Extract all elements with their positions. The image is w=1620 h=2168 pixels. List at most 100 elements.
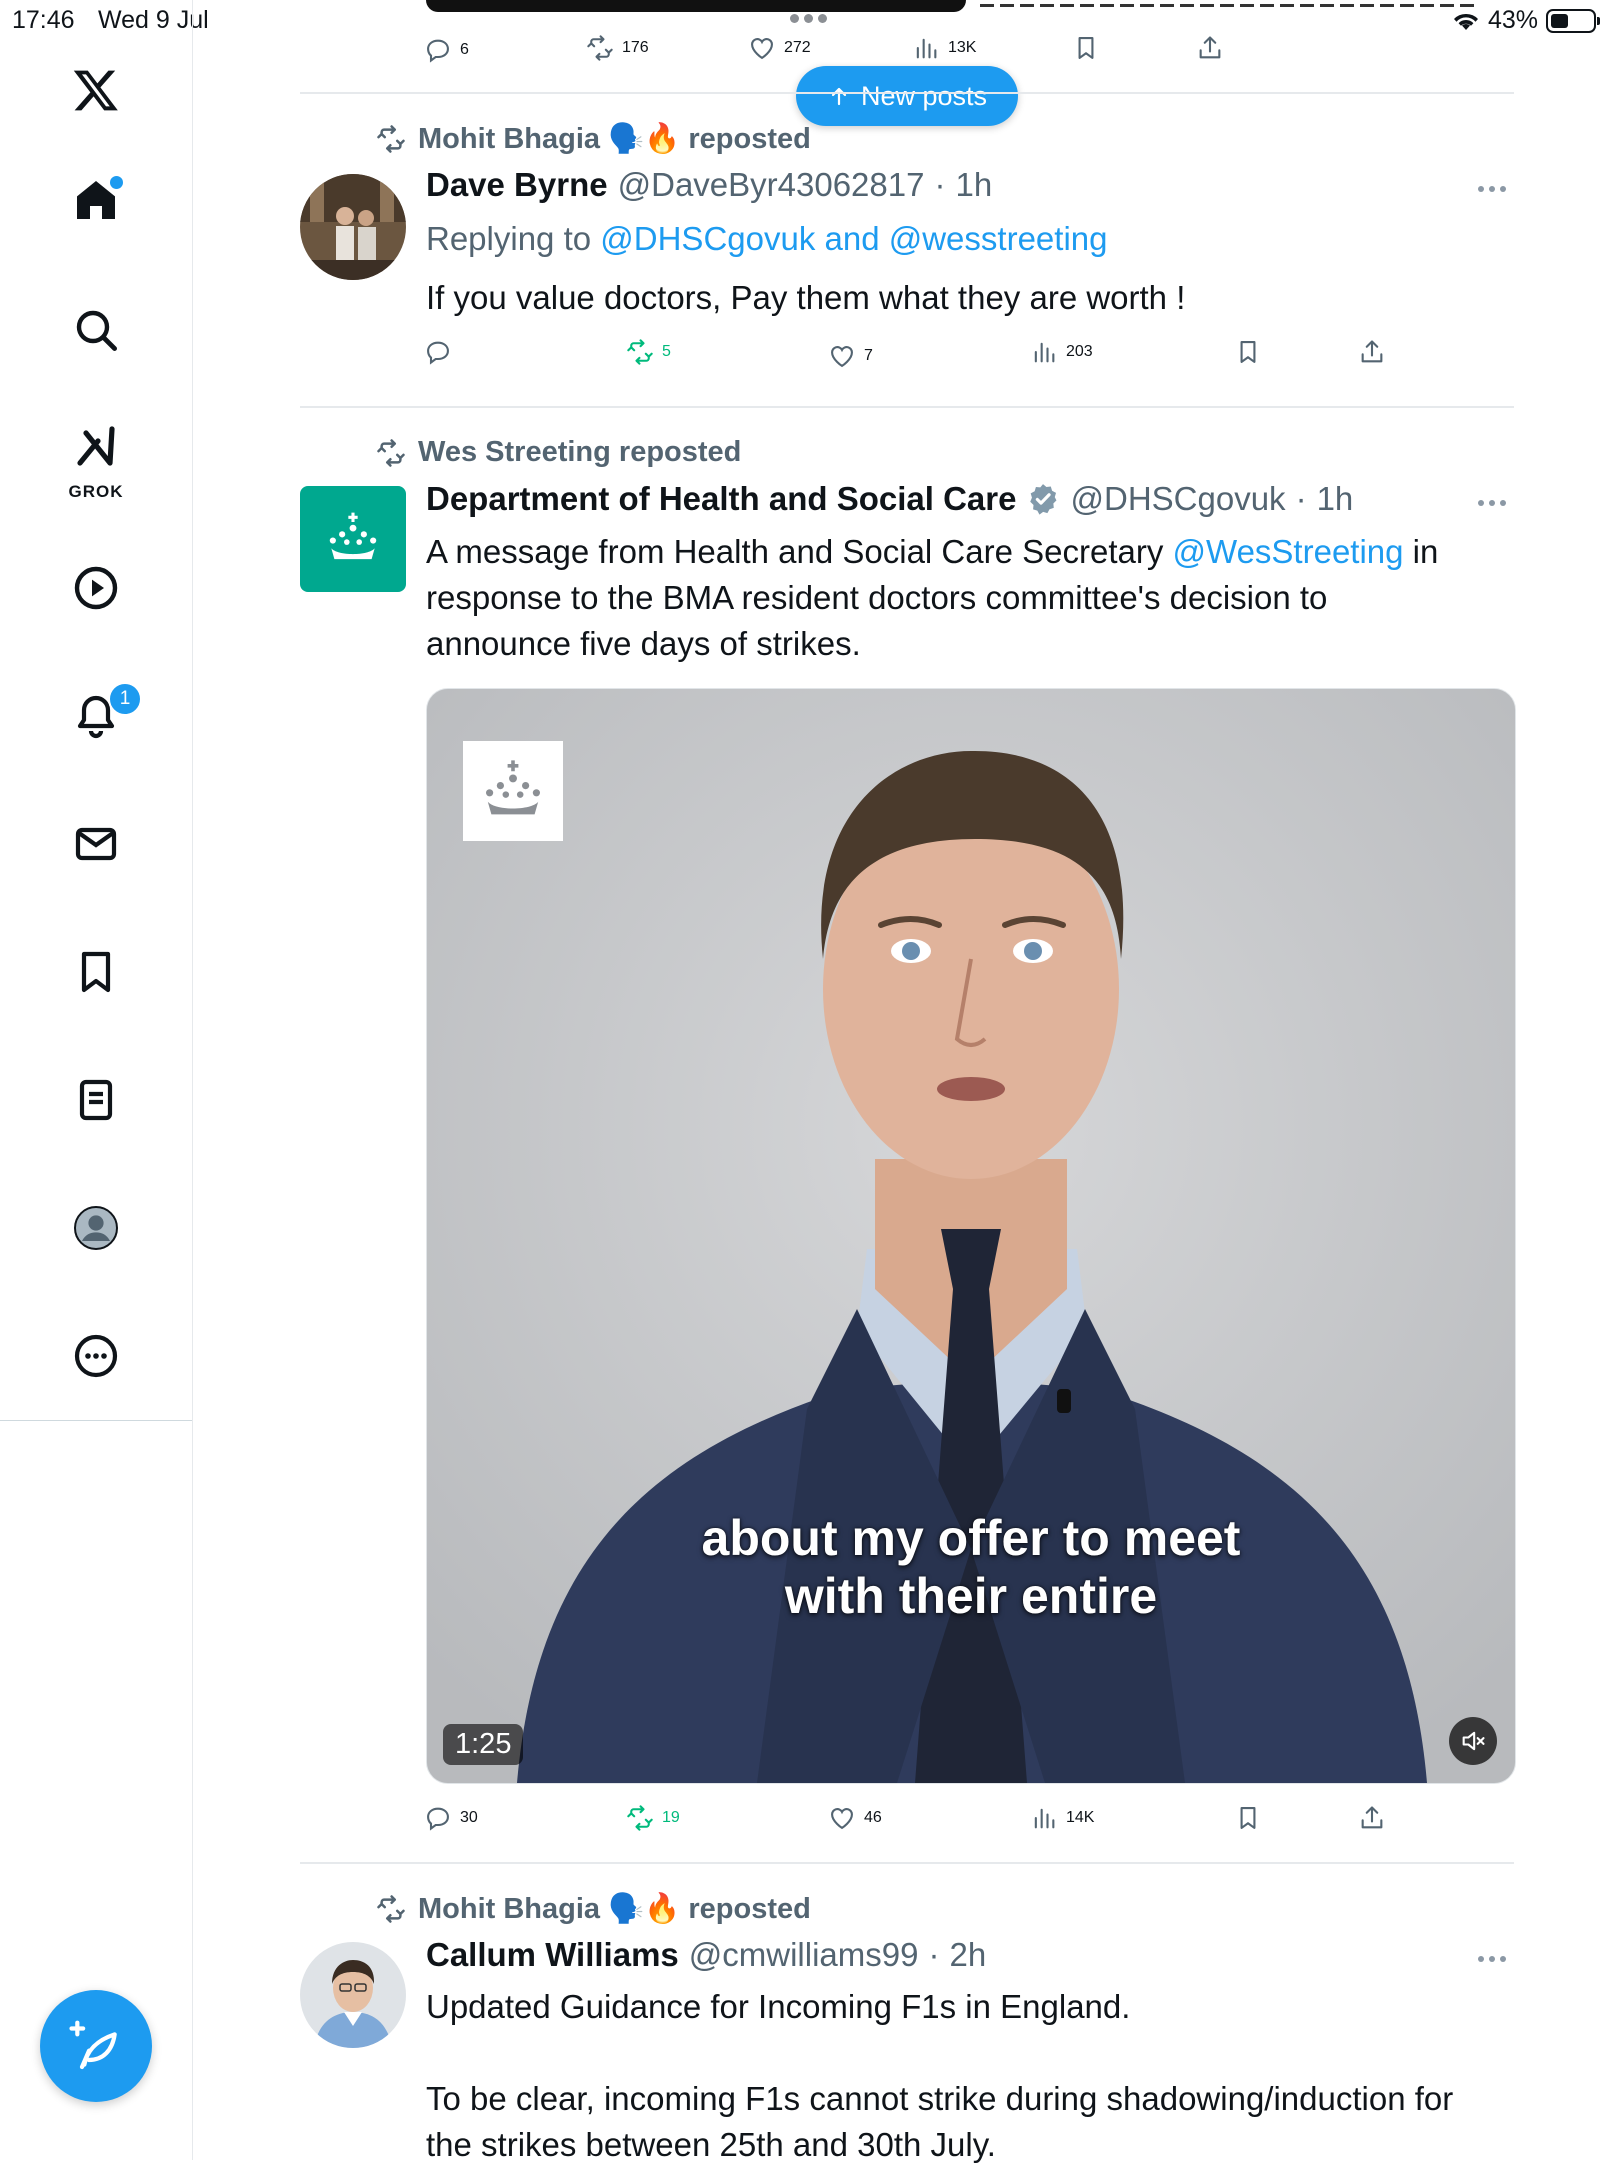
bookmark-action[interactable]: [1072, 34, 1100, 62]
author-name[interactable]: Dave Byrne: [426, 166, 608, 204]
repost-by-label: Mohit Bhagia 🗣️🔥 reposted: [418, 1893, 811, 1925]
views-icon: [1034, 1808, 1055, 1829]
bookmark-action[interactable]: [1234, 338, 1262, 366]
more-options-icon[interactable]: [1478, 1956, 1506, 1962]
arrow-up-icon: [831, 87, 847, 106]
reply-action[interactable]: 6: [424, 36, 469, 64]
x-logo-icon[interactable]: [48, 42, 144, 138]
previous-post-text-fragment: [980, 0, 1480, 8]
profile-icon[interactable]: [48, 1180, 144, 1276]
lists-icon[interactable]: [48, 1052, 144, 1148]
video-player[interactable]: about my offer to meet with their entire…: [426, 688, 1516, 1784]
views-count: 203: [1066, 343, 1093, 360]
bookmark-icon: [1240, 1807, 1256, 1829]
views-count: 13K: [948, 39, 977, 56]
repost-by-label: Wes Streeting reposted: [418, 436, 742, 468]
reply-icon: [427, 1807, 449, 1831]
repost-icon: [377, 1895, 405, 1923]
search-icon[interactable]: [48, 282, 144, 378]
dot-separator: ·: [928, 1936, 940, 1973]
views-action[interactable]: 14K: [1030, 1804, 1094, 1832]
like-action[interactable]: 7: [828, 342, 873, 370]
reply-action[interactable]: [424, 338, 460, 366]
mute-button[interactable]: [1449, 1717, 1497, 1765]
post-text-start: A message from Health and Social Care Se…: [426, 533, 1173, 570]
repost-context: Mohit Bhagia 🗣️🔥 reposted: [376, 1892, 811, 1926]
author-name[interactable]: Department of Health and Social Care: [426, 480, 1016, 518]
home-unread-dot: [108, 174, 125, 191]
post-text-line2: response to the BMA resident doctors com…: [426, 579, 1328, 616]
repost-action[interactable]: 176: [586, 34, 649, 62]
video-icon[interactable]: [48, 540, 144, 636]
new-posts-button[interactable]: New posts: [796, 66, 1018, 126]
replying-to-link[interactable]: @DHSCgovuk and @wesstreeting: [600, 220, 1107, 257]
reply-count: 6: [460, 41, 469, 58]
avatar[interactable]: [300, 174, 406, 280]
bookmarks-icon[interactable]: [48, 924, 144, 1020]
video-caption: about my offer to meet with their entire: [427, 1509, 1515, 1625]
wifi-icon: [1453, 13, 1478, 30]
views-action[interactable]: 203: [1030, 338, 1093, 366]
grok-icon[interactable]: GROK: [48, 410, 144, 506]
post-divider: [300, 1862, 1514, 1864]
heart-icon: [831, 346, 853, 368]
home-icon[interactable]: [48, 152, 144, 248]
post-text: A message from Health and Social Care Se…: [426, 529, 1516, 667]
views-action[interactable]: 13K: [912, 34, 976, 62]
crown-logo-icon: [329, 512, 377, 560]
multitask-handle[interactable]: [790, 14, 827, 23]
notifications-icon[interactable]: 1: [48, 668, 144, 764]
muted-speaker-icon: [1462, 1731, 1485, 1751]
author-handle[interactable]: @DHSCgovuk: [1070, 480, 1285, 518]
heart-icon: [751, 38, 773, 60]
post-text-line3: the strikes between 25th and 30th July.: [426, 2126, 996, 2163]
sidebar-divider: [0, 1420, 192, 1421]
more-icon[interactable]: [48, 1308, 144, 1404]
like-action[interactable]: 46: [828, 1804, 882, 1832]
compose-button[interactable]: [40, 1990, 152, 2102]
bookmark-action[interactable]: [1234, 1804, 1262, 1832]
compose-icon: [69, 2020, 117, 2070]
views-count: 14K: [1066, 1809, 1095, 1826]
video-duration: 1:25: [443, 1724, 524, 1765]
post-time: 1h: [955, 166, 993, 203]
reply-count: 30: [460, 1809, 478, 1826]
mention-link[interactable]: @WesStreeting: [1173, 533, 1404, 570]
like-action[interactable]: 272: [748, 34, 811, 62]
crown-logo-icon: [486, 760, 540, 815]
share-icon: [1361, 1806, 1383, 1829]
repost-action[interactable]: 5: [626, 338, 671, 366]
share-action[interactable]: [1358, 338, 1386, 366]
more-options-icon[interactable]: [1478, 500, 1506, 506]
avatar[interactable]: [300, 1942, 406, 2048]
status-right: 43%: [1452, 6, 1600, 35]
avatar[interactable]: [300, 486, 406, 592]
views-icon: [916, 38, 937, 59]
repost-icon: [627, 1805, 653, 1831]
dot-separator: ·: [1295, 480, 1307, 517]
author-handle[interactable]: @cmwilliams99: [689, 1936, 919, 1974]
reply-action[interactable]: 30: [424, 1804, 478, 1832]
share-action[interactable]: [1358, 1804, 1386, 1832]
avatar-photo: [300, 1942, 406, 2048]
grok-label: GROK: [68, 482, 124, 501]
previous-post-media-edge: [426, 0, 966, 12]
repost-context: Mohit Bhagia 🗣️🔥 reposted: [376, 122, 811, 156]
repost-icon: [587, 35, 613, 61]
more-options-icon[interactable]: [1478, 186, 1506, 192]
repost-action[interactable]: 19: [626, 1804, 680, 1832]
repost-icon: [627, 339, 653, 365]
battery-icon: [1546, 8, 1600, 33]
author-name[interactable]: Callum Williams: [426, 1936, 679, 1974]
messages-icon[interactable]: [48, 796, 144, 892]
reply-icon: [427, 39, 449, 63]
replying-to: Replying to @DHSCgovuk and @wesstreeting: [426, 216, 1107, 262]
author-handle[interactable]: @DaveByr43062817: [618, 166, 925, 204]
repost-icon: [377, 125, 405, 153]
post-time: 1h: [1316, 480, 1354, 517]
replying-prefix: Replying to: [426, 220, 601, 257]
verified-badge-icon: [1030, 484, 1057, 515]
share-action[interactable]: [1196, 34, 1224, 62]
post-text-line3: announce five days of strikes.: [426, 625, 861, 662]
post-text-end: in: [1403, 533, 1439, 570]
